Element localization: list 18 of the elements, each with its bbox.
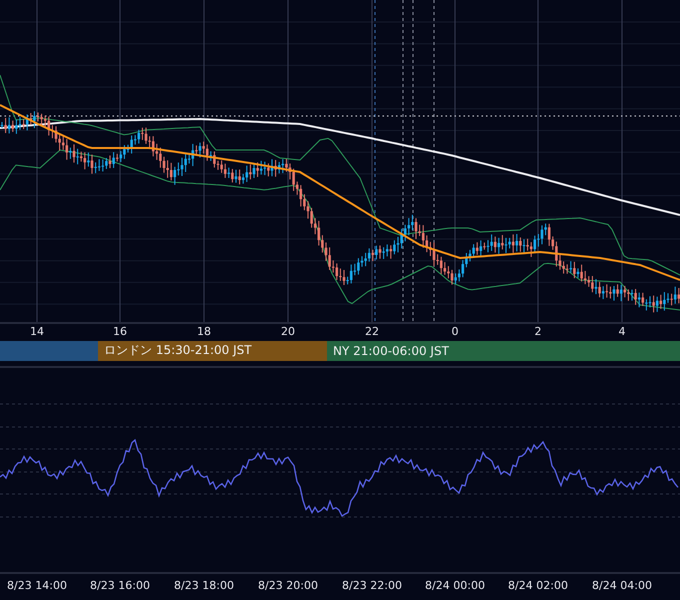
time-axis-label: 8/23 18:00 (174, 579, 234, 592)
time-axis-label: 2 (534, 324, 542, 338)
time-axis-label: 22 (365, 324, 379, 338)
time-axis-label: 16 (113, 324, 127, 338)
time-axis-label: 18 (197, 324, 211, 338)
time-axis-label: 8/23 14:00 (7, 579, 67, 592)
time-axis-label: 8/24 04:00 (592, 579, 652, 592)
time-axis-label: 20 (281, 324, 295, 338)
time-axis-label: 8/23 20:00 (258, 579, 318, 592)
time-axis-label: 8/24 02:00 (508, 579, 568, 592)
time-axis-label: 8/23 22:00 (342, 579, 402, 592)
time-axis-label: 14 (30, 324, 44, 338)
time-axis-label: 8/24 00:00 (425, 579, 485, 592)
session-bar: NY 21:00-06:00 JST (327, 340, 680, 362)
time-axis-label: 4 (618, 324, 626, 338)
time-axis-label: 8/23 16:00 (90, 579, 150, 592)
time-axis-label: 0 (452, 324, 458, 338)
session-bar: ロンドン 15:30-21:00 JST (98, 340, 327, 362)
